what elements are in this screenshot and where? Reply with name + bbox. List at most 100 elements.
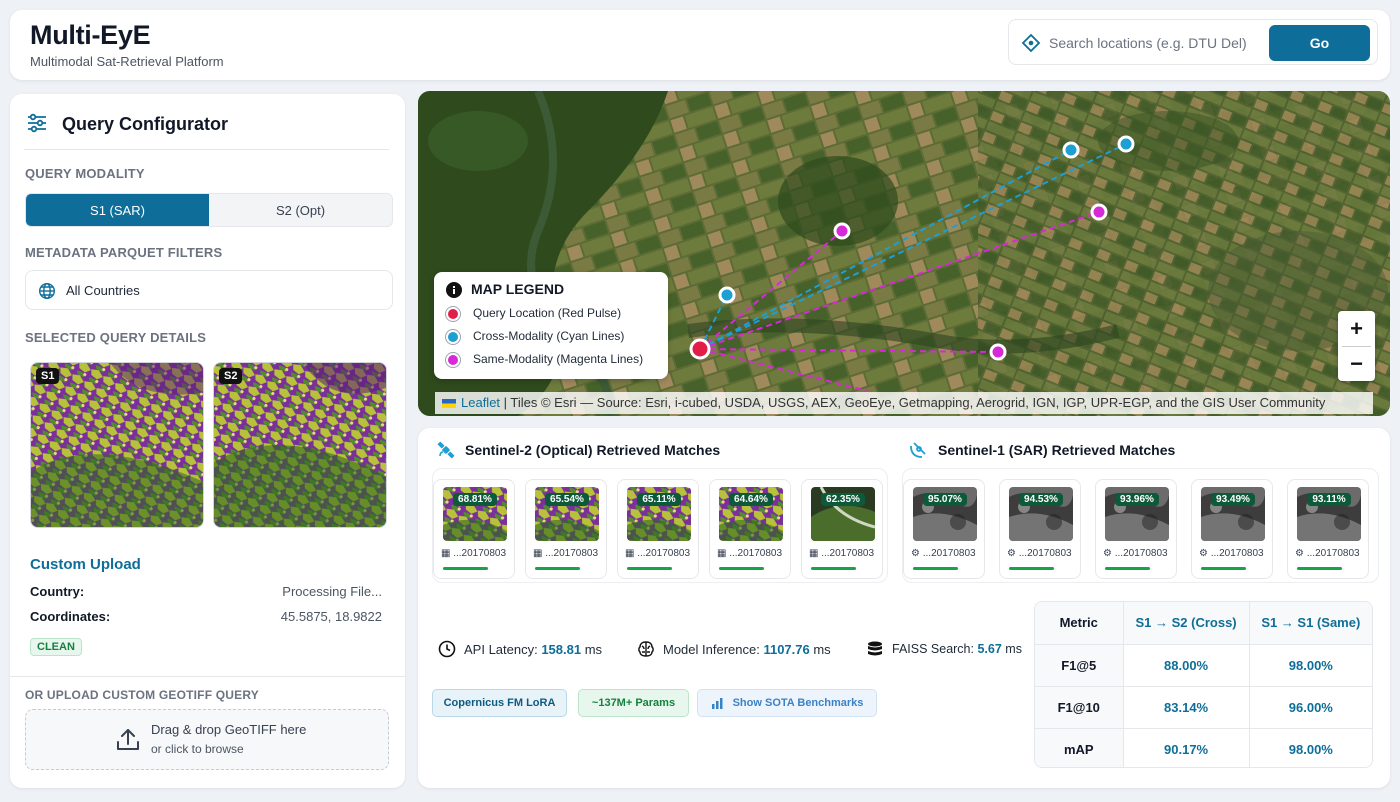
info-icon (446, 282, 462, 298)
go-button[interactable]: Go (1269, 25, 1370, 61)
match-card[interactable]: 64.64% ▦ ...20170803 (709, 479, 791, 579)
metrics-table: Metric S1 → S2 (Cross) S1 → S1 (Same) F1… (1034, 601, 1373, 768)
match-score-badge: 62.35% (821, 493, 865, 506)
match-score-badge: 64.64% (729, 493, 773, 506)
metric-value-cell: 98.00% (1288, 741, 1333, 757)
match-score-bar (1105, 567, 1150, 570)
map-attribution: Leaflet | Tiles © Esri — Source: Esri, i… (435, 392, 1373, 414)
legend-title: MAP LEGEND (471, 281, 565, 297)
coordinates-key: Coordinates: (30, 609, 111, 624)
zoom-in-button[interactable]: + (1338, 311, 1375, 346)
country-value: Processing File... (282, 584, 382, 599)
optical-matches-title: Sentinel-2 (Optical) Retrieved Matches (465, 442, 721, 458)
sota-benchmarks-button[interactable]: Show SOTA Benchmarks (697, 689, 877, 717)
app-subtitle: Multimodal Sat-Retrieval Platform (30, 54, 224, 69)
search-input[interactable] (1049, 28, 1264, 58)
query-thumbnail-s1: S1 (30, 362, 204, 528)
results-panel: Sentinel-2 (Optical) Retrieved Matches S… (418, 428, 1390, 788)
app-header: Multi-EyE Multimodal Sat-Retrieval Platf… (10, 10, 1390, 80)
match-card[interactable]: 65.11% ▦ ...20170803 (617, 479, 699, 579)
match-date: ▦ ...20170803 (441, 548, 507, 559)
map-legend: MAP LEGEND Query Location (Red Pulse) Cr… (434, 272, 668, 379)
match-score-badge: 65.11% (637, 493, 681, 506)
same-match-marker[interactable] (989, 343, 1007, 361)
leaflet-link[interactable]: Leaflet (461, 395, 500, 410)
cross-match-marker[interactable] (1117, 135, 1135, 153)
location-search: Go (1008, 19, 1378, 65)
map-view[interactable]: MAP LEGEND Query Location (Red Pulse) Cr… (418, 91, 1390, 416)
match-date: ⚙ ...20170803 (1007, 548, 1072, 559)
same-match-marker[interactable] (833, 222, 851, 240)
match-card[interactable]: 65.54% ▦ ...20170803 (525, 479, 607, 579)
match-card[interactable]: 94.53% ⚙ ...20170803 (999, 479, 1081, 579)
ukraine-flag-icon (442, 399, 456, 408)
match-card[interactable]: 93.11% ⚙ ...20170803 (1287, 479, 1369, 579)
match-card[interactable]: 68.81% ▦ ...20170803 (433, 479, 515, 579)
attribution-text: | Tiles © Esri — Source: Esri, i-cubed, … (500, 395, 1326, 410)
metrics-header-cell: S1 → S1 (Same) (1249, 602, 1372, 645)
match-score-badge: 93.11% (1307, 493, 1351, 506)
cross-match-marker[interactable] (718, 286, 736, 304)
metrics-header-row: Metric S1 → S2 (Cross) S1 → S1 (Same) (1035, 602, 1372, 645)
modality-s2-button[interactable]: S2 (Opt) (209, 194, 392, 226)
match-score-wrap: 68.81% (443, 489, 507, 507)
same-match-marker[interactable] (1090, 203, 1108, 221)
match-card[interactable]: 62.35% ▦ ...20170803 (801, 479, 883, 579)
match-score-bar (535, 567, 580, 570)
satellite-dish-icon (910, 442, 926, 458)
metric-value-cell: 88.00% (1123, 644, 1250, 687)
red-dot-icon (446, 307, 460, 321)
custom-upload-title: Custom Upload (30, 556, 141, 573)
country-filter-select[interactable]: All Countries (25, 270, 393, 310)
match-score-bar (1201, 567, 1246, 570)
dropzone-secondary-text: or click to browse (151, 742, 244, 756)
faiss-value: 5.67 (977, 642, 1002, 656)
faiss-label: FAISS Search: (892, 642, 978, 656)
match-score-wrap: 65.11% (627, 489, 691, 507)
match-score-bar (1009, 567, 1054, 570)
query-modality-label: QUERY MODALITY (25, 166, 145, 181)
match-score-wrap: 95.07% (913, 489, 977, 507)
magenta-dot-icon (446, 353, 460, 367)
match-date: ▦ ...20170803 (809, 548, 875, 559)
geotiff-dropzone[interactable]: Drag & drop GeoTIFF here or click to bro… (25, 709, 389, 770)
match-score-bar (1297, 567, 1342, 570)
globe-icon (38, 282, 56, 300)
match-score-bar (627, 567, 672, 570)
cyan-dot-icon (446, 330, 460, 344)
modality-s1-button[interactable]: S1 (SAR) (26, 194, 209, 226)
upload-icon (117, 729, 139, 750)
match-score-badge: 68.81% (453, 493, 497, 506)
optical-matches-list: 68.81% ▦ ...20170803 65.54% ▦ ...20170803 65… (432, 468, 888, 583)
sar-matches-title: Sentinel-1 (SAR) Retrieved Matches (938, 442, 1176, 458)
match-date: ⚙ ...20170803 (1295, 548, 1360, 559)
metric-name-cell: mAP (1035, 728, 1124, 767)
match-card[interactable]: 95.07% ⚙ ...20170803 (903, 479, 985, 579)
zoom-control: + − (1338, 311, 1375, 381)
metric-value-cell: 98.00% (1249, 644, 1372, 687)
modality-toggle: S1 (SAR) S2 (Opt) (25, 193, 393, 227)
coordinates-detail: Coordinates: 45.5875, 18.9822 (30, 609, 382, 627)
location-diamond-icon (1021, 33, 1041, 53)
query-location-marker[interactable] (689, 338, 711, 360)
cross-match-marker[interactable] (1062, 141, 1080, 159)
legend-label: Same-Modality (Magenta Lines) (473, 352, 644, 366)
match-score-badge: 93.96% (1115, 493, 1159, 506)
match-card[interactable]: 93.96% ⚙ ...20170803 (1095, 479, 1177, 579)
latency-label: API Latency: (464, 642, 542, 657)
match-date: ▦ ...20170803 (625, 548, 691, 559)
match-score-bar (811, 567, 856, 570)
app-title: Multi-EyE (30, 20, 151, 50)
match-date: ⚙ ...20170803 (911, 548, 976, 559)
zoom-out-button[interactable]: − (1338, 346, 1375, 381)
legend-label: Cross-Modality (Cyan Lines) (473, 329, 625, 343)
upload-geotiff-label: OR UPLOAD CUSTOM GEOTIFF QUERY (25, 688, 260, 702)
inference-label: Model Inference: (663, 642, 764, 657)
inference-unit: ms (809, 642, 831, 657)
metric-name-cell: F1@10 (1035, 686, 1124, 729)
model-tag: Copernicus FM LoRA (432, 689, 567, 717)
match-score-wrap: 64.64% (719, 489, 783, 507)
match-card[interactable]: 93.49% ⚙ ...20170803 (1191, 479, 1273, 579)
configurator-header: Query Configurator (24, 110, 389, 150)
metric-value-cell: 90.17% (1123, 728, 1250, 767)
